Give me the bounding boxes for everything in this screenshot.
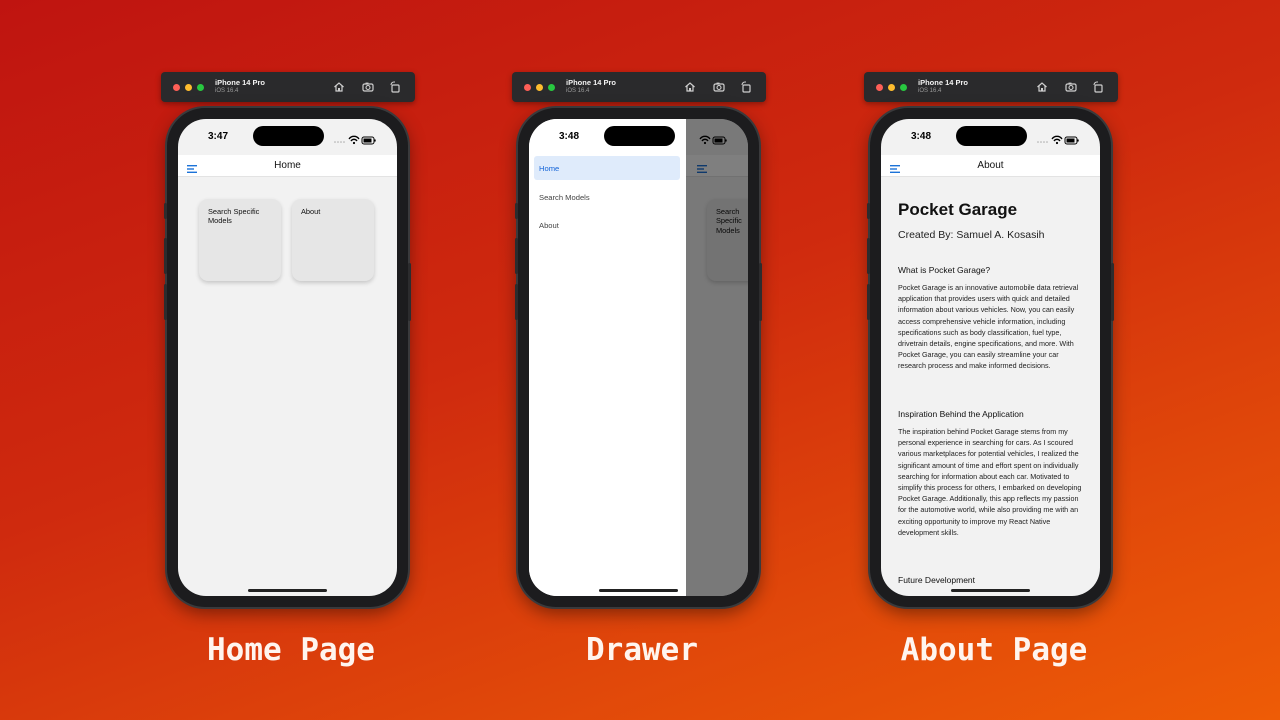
search-models-card[interactable]: Search Specific Models: [199, 199, 281, 281]
home-page-column: iPhone 14 Pro iOS 16.4 3:47 Home Search …: [161, 0, 421, 720]
iphone-frame: 3:48 About Pocket Garage Created By: Sam…: [867, 108, 1114, 607]
volume-down-button: [164, 284, 167, 320]
close-window-button[interactable]: [876, 84, 883, 91]
mute-switch: [867, 203, 870, 219]
mute-switch: [515, 203, 518, 219]
status-bar: 3:48: [881, 119, 1100, 155]
status-time: 3:48: [559, 131, 580, 142]
simulator-device-name: iPhone 14 Pro: [215, 78, 266, 87]
app-header: About: [881, 155, 1100, 177]
dynamic-island: [253, 126, 324, 146]
screenshot-icon[interactable]: [712, 80, 726, 94]
home-indicator[interactable]: [599, 589, 678, 592]
power-button: [759, 263, 762, 321]
status-icons: [333, 132, 377, 145]
simulator-device-name: iPhone 14 Pro: [918, 78, 969, 87]
volume-down-button: [867, 284, 870, 320]
rotate-icon[interactable]: [388, 80, 402, 94]
home-icon[interactable]: [1035, 80, 1049, 94]
status-time: 3:48: [911, 131, 932, 142]
drawer-column: iPhone 14 Pro iOS 16.4 Search Specific M…: [512, 0, 772, 720]
zoom-window-button[interactable]: [197, 84, 204, 91]
about-card[interactable]: About: [292, 199, 374, 281]
iphone-frame: 3:47 Home Search Specific Models About: [164, 108, 411, 607]
simulator-toolbar: iPhone 14 Pro iOS 16.4: [864, 72, 1118, 102]
status-bar: 3:48: [529, 119, 748, 155]
about-content[interactable]: Pocket Garage Created By: Samuel A. Kosa…: [881, 177, 1100, 596]
caption-home: Home Page: [207, 632, 375, 668]
status-bar: 3:47: [178, 119, 397, 155]
home-indicator[interactable]: [951, 589, 1030, 592]
drawer-overlay[interactable]: [686, 119, 748, 596]
section-heading: What is Pocket Garage?: [898, 265, 991, 275]
status-icons: [1036, 132, 1080, 145]
simulator-toolbar: iPhone 14 Pro iOS 16.4: [161, 72, 415, 102]
drawer-item-search-models[interactable]: Search Models: [534, 185, 680, 209]
section-body: The inspiration behind Pocket Garage ste…: [898, 427, 1082, 537]
simulator-os-version: iOS 16.4: [566, 88, 590, 94]
mute-switch: [164, 203, 167, 219]
close-window-button[interactable]: [173, 84, 180, 91]
app-header: Home: [178, 155, 397, 177]
minimize-window-button[interactable]: [536, 84, 543, 91]
about-screen: 3:48 About Pocket Garage Created By: Sam…: [881, 119, 1100, 596]
home-icon[interactable]: [683, 80, 697, 94]
zoom-window-button[interactable]: [548, 84, 555, 91]
status-time: 3:47: [208, 131, 229, 142]
rotate-icon[interactable]: [739, 80, 753, 94]
close-window-button[interactable]: [524, 84, 531, 91]
zoom-window-button[interactable]: [900, 84, 907, 91]
signal-wifi-battery-icon: [1037, 135, 1079, 145]
dynamic-island: [956, 126, 1027, 146]
about-page-column: iPhone 14 Pro iOS 16.4 3:48 About Pocket…: [864, 0, 1124, 720]
minimize-window-button[interactable]: [185, 84, 192, 91]
page-title: Home: [274, 160, 301, 171]
simulator-os-version: iOS 16.4: [215, 88, 239, 94]
drawer-item-about[interactable]: About: [534, 213, 680, 237]
drawer-item-home[interactable]: Home: [534, 156, 680, 180]
screenshot-icon[interactable]: [361, 80, 375, 94]
signal-wifi-battery-icon: [699, 135, 727, 145]
caption-drawer: Drawer: [586, 632, 698, 668]
simulator-toolbar: iPhone 14 Pro iOS 16.4: [512, 72, 766, 102]
drawer-screen: Search Specific Models Home Search Model…: [529, 119, 748, 596]
caption-about: About Page: [900, 632, 1088, 668]
app-name-heading: Pocket Garage: [898, 200, 1018, 219]
power-button: [1111, 263, 1114, 321]
simulator-os-version: iOS 16.4: [918, 88, 942, 94]
screenshot-icon[interactable]: [1064, 80, 1078, 94]
navigation-drawer: Home Search Models About: [529, 119, 686, 596]
signal-wifi-battery-icon: [334, 135, 376, 145]
volume-up-button: [867, 238, 870, 274]
home-icon[interactable]: [332, 80, 346, 94]
iphone-frame: Search Specific Models Home Search Model…: [515, 108, 762, 607]
volume-down-button: [515, 284, 518, 320]
home-indicator[interactable]: [248, 589, 327, 592]
dynamic-island: [604, 126, 675, 146]
author-credit: Created By: Samuel A. Kosasih: [898, 229, 1045, 241]
home-screen: 3:47 Home Search Specific Models About: [178, 119, 397, 596]
power-button: [408, 263, 411, 321]
rotate-icon[interactable]: [1091, 80, 1105, 94]
section-body: Pocket Garage is an innovative automobil…: [898, 283, 1079, 371]
page-title: About: [977, 160, 1004, 171]
volume-up-button: [515, 238, 518, 274]
volume-up-button: [164, 238, 167, 274]
simulator-device-name: iPhone 14 Pro: [566, 78, 617, 87]
section-heading: Future Development: [898, 575, 976, 585]
minimize-window-button[interactable]: [888, 84, 895, 91]
section-heading: Inspiration Behind the Application: [898, 409, 1024, 419]
status-icons: [684, 132, 728, 145]
